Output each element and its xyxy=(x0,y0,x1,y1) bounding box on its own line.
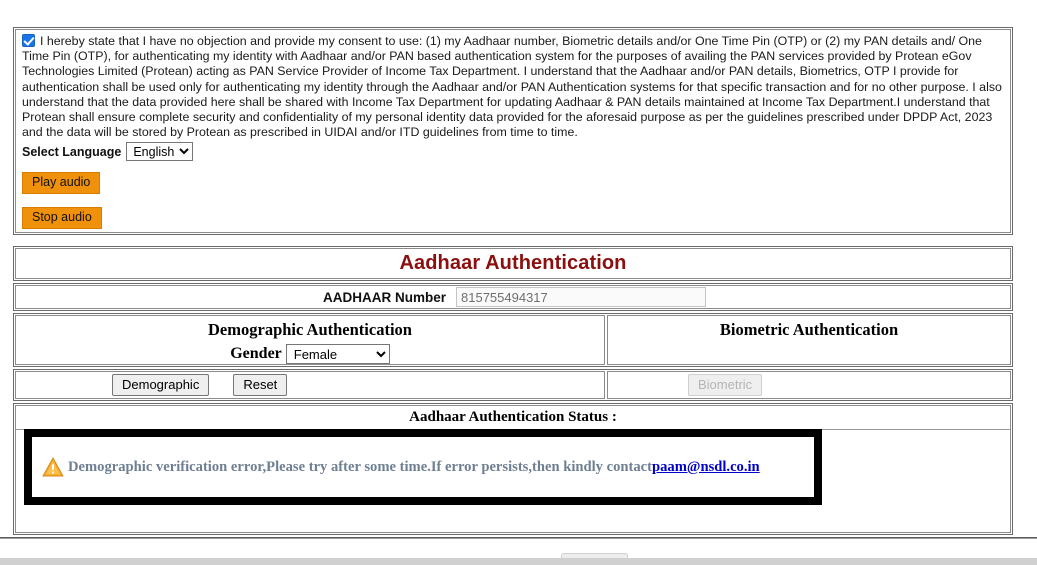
consent-section: I hereby state that I have no objection … xyxy=(13,27,1013,235)
demographic-heading: Demographic Authentication xyxy=(208,320,412,339)
page-title: Aadhaar Authentication xyxy=(399,252,627,274)
gender-row: Gender Female xyxy=(16,344,604,364)
status-section-inner: Aadhaar Authentication Status : Demograp… xyxy=(15,405,1011,533)
status-heading: Aadhaar Authentication Status : xyxy=(16,406,1010,430)
aadhaar-title-inner: Aadhaar Authentication xyxy=(15,248,1011,279)
biometric-panel: Biometric Authentication xyxy=(607,315,1011,365)
support-email-link[interactable]: paam@nsdl.co.in xyxy=(652,459,760,476)
bottom-scroll-bar[interactable] xyxy=(0,558,1037,565)
status-section: Aadhaar Authentication Status : Demograp… xyxy=(13,403,1013,535)
consent-text: I hereby state that I have no objection … xyxy=(22,34,1002,140)
demographic-actions: Demographic Reset xyxy=(15,371,605,399)
language-select[interactable]: English xyxy=(126,142,194,162)
consent-checkbox[interactable] xyxy=(22,34,35,47)
select-language-label: Select Language xyxy=(22,144,122,159)
aadhaar-number-section: AADHAAR Number xyxy=(13,283,1013,311)
error-message-text: Demographic verification error,Please tr… xyxy=(68,458,653,475)
action-buttons-row: Demographic Reset Biometric xyxy=(13,369,1013,401)
error-message-box: Demographic verification error,Please tr… xyxy=(24,429,822,505)
consent-paragraph: I hereby state that I have no objection … xyxy=(22,34,1004,140)
demographic-submit-button[interactable]: Demographic xyxy=(112,374,210,396)
reset-button[interactable]: Reset xyxy=(233,374,288,396)
biometric-heading: Biometric Authentication xyxy=(719,320,899,339)
stop-audio-button[interactable]: Stop audio xyxy=(22,207,102,230)
aadhaar-number-label: AADHAAR Number xyxy=(322,289,446,305)
aadhaar-number-input[interactable] xyxy=(456,287,706,307)
biometric-actions: Biometric xyxy=(607,371,1011,399)
authentication-panels: Demographic Authentication Gender Female… xyxy=(13,313,1013,367)
biometric-submit-button: Biometric xyxy=(688,374,763,396)
error-message-inner: Demographic verification error,Please tr… xyxy=(32,437,814,497)
consent-section-inner: I hereby state that I have no objection … xyxy=(15,29,1011,233)
gender-select[interactable]: Female xyxy=(285,344,390,364)
play-audio-button[interactable]: Play audio xyxy=(22,172,101,195)
language-row: Select Language English xyxy=(22,142,1004,162)
aadhaar-number-inner: AADHAAR Number xyxy=(15,285,1011,309)
demographic-panel: Demographic Authentication Gender Female xyxy=(15,315,605,365)
gender-label: Gender xyxy=(230,345,282,362)
aadhaar-title-section: Aadhaar Authentication xyxy=(13,246,1013,281)
page-root: I hereby state that I have no objection … xyxy=(0,0,1037,565)
footer-divider xyxy=(0,537,1037,539)
warning-triangle-icon xyxy=(42,457,64,477)
